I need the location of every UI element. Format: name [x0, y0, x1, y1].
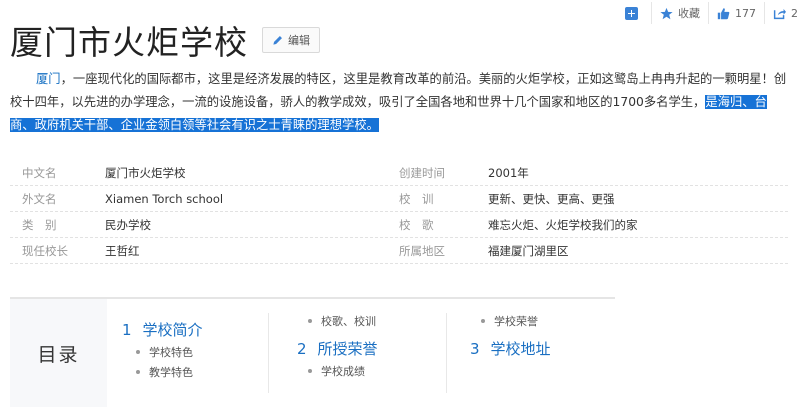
- catalog-label: 目录: [37, 343, 80, 366]
- catalog-item-school-intro[interactable]: 1 学校简介: [122, 319, 203, 340]
- info-key: 类 别: [22, 217, 57, 232]
- info-value: 难忘火炬、火炬学校我们的家: [488, 217, 638, 232]
- catalog-number: 3: [470, 339, 480, 358]
- plus-icon: [625, 6, 638, 20]
- favorite-button[interactable]: 收藏: [651, 2, 708, 24]
- like-button[interactable]: 177: [708, 2, 764, 24]
- intro-paragraph: 厦门，一座现代化的国际都市，这里是经济发展的特区，这里是教育改革的前沿。美丽的火…: [10, 68, 790, 137]
- info-value: 民办学校: [105, 217, 151, 232]
- info-key: 创建时间: [399, 165, 445, 180]
- catalog-item-address[interactable]: 3 学校地址: [470, 338, 551, 359]
- catalog-item-honors[interactable]: 2 所授荣誉: [297, 338, 378, 359]
- info-key: 现任校长: [22, 243, 68, 258]
- catalog-divider: [268, 313, 269, 393]
- catalog-subitem[interactable]: 学校荣誉: [481, 311, 551, 331]
- star-icon: [660, 7, 673, 19]
- catalog-label-column: 目录: [10, 299, 107, 407]
- catalog-subitem[interactable]: 学校特色: [136, 342, 203, 362]
- info-key: 中文名: [22, 165, 57, 180]
- info-value: 厦门市火炬学校: [105, 165, 186, 180]
- like-count: 177: [735, 6, 756, 20]
- info-row: 外文名 Xiamen Torch school 校 训 更新、更快、更高、更强: [10, 186, 788, 212]
- add-button[interactable]: [617, 2, 651, 24]
- share-icon: [773, 8, 786, 19]
- catalog-column-2: 校歌、校训 2 所授荣誉 学校成绩: [297, 311, 378, 381]
- intro-text: ，一座现代化的国际都市，这里是经济发展的特区，这里是教育改革的前沿。美丽的火炬学…: [10, 72, 787, 109]
- catalog-number: 1: [122, 320, 132, 339]
- edit-label: 编辑: [288, 34, 310, 47]
- info-row: 中文名 厦门市火炬学校 创建时间 2001年: [10, 160, 788, 186]
- catalog-column-1: 1 学校简介 学校特色 教学特色: [122, 319, 203, 382]
- info-key: 所属地区: [399, 243, 445, 258]
- info-key: 校 歌: [399, 217, 434, 232]
- info-key: 校 训: [399, 191, 434, 206]
- catalog-divider: [446, 313, 447, 393]
- info-value: 更新、更快、更高、更强: [488, 191, 615, 206]
- action-bar: 收藏 177 2: [617, 2, 800, 24]
- page-title: 厦门市火炬学校: [10, 23, 248, 62]
- catalog-subitem[interactable]: 校歌、校训: [308, 311, 378, 331]
- catalog-column-3: 学校荣誉 3 学校地址: [470, 311, 551, 359]
- edit-button[interactable]: 编辑: [262, 27, 320, 53]
- info-value: 福建厦门湖里区: [488, 243, 569, 258]
- catalog-title: 学校地址: [490, 340, 551, 358]
- info-row: 类 别 民办学校 校 歌 难忘火炬、火炬学校我们的家: [10, 212, 788, 238]
- catalog-number: 2: [297, 339, 307, 358]
- catalog-title: 学校简介: [142, 321, 203, 339]
- thumbs-up-icon: [717, 7, 730, 19]
- catalog: 目录 1 学校简介 学校特色 教学特色 校歌、校训 2 所授荣誉 学校成绩 学校…: [10, 297, 615, 407]
- info-value: Xiamen Torch school: [105, 191, 224, 206]
- favorite-label: 收藏: [678, 7, 700, 20]
- info-key: 外文名: [22, 191, 57, 206]
- info-value: 2001年: [488, 165, 529, 180]
- catalog-subitem[interactable]: 教学特色: [136, 362, 203, 382]
- xiamen-link[interactable]: 厦门: [36, 72, 61, 86]
- share-button[interactable]: 2: [764, 2, 800, 24]
- pencil-icon: [273, 35, 282, 45]
- title-row: 厦门市火炬学校 编辑: [10, 16, 320, 64]
- catalog-title: 所授荣誉: [317, 340, 378, 358]
- share-count: 2: [791, 6, 798, 20]
- info-row: 现任校长 王哲红 所属地区 福建厦门湖里区: [10, 238, 788, 264]
- catalog-subitem[interactable]: 学校成绩: [308, 361, 378, 381]
- info-value: 王哲红: [105, 243, 140, 258]
- basic-info-box: 中文名 厦门市火炬学校 创建时间 2001年 外文名 Xiamen Torch …: [10, 160, 788, 264]
